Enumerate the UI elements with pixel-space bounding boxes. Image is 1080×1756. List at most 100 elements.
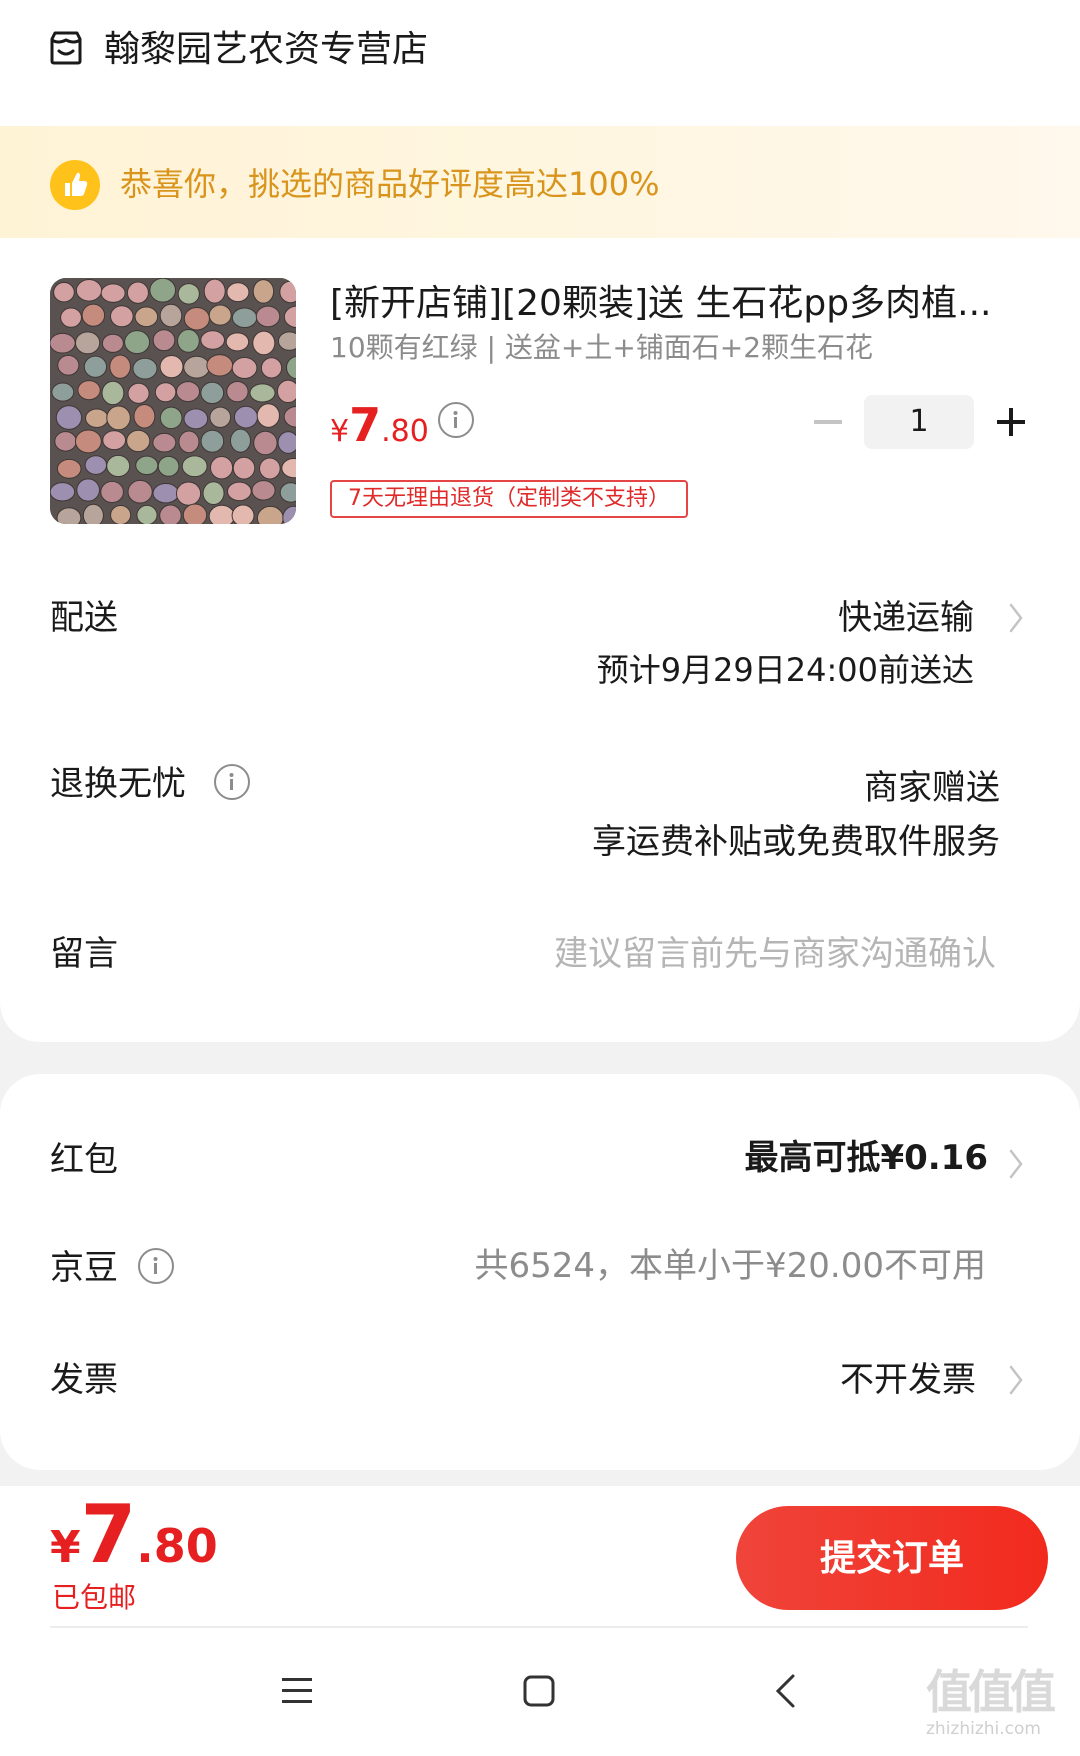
pebble-shape bbox=[209, 455, 234, 480]
pebble-shape bbox=[231, 307, 258, 329]
chevron-right-icon[interactable] bbox=[1006, 600, 1026, 636]
invoice-value[interactable]: 不开发票 bbox=[700, 1356, 976, 1404]
pebble-shape bbox=[56, 458, 82, 479]
chevron-right-icon[interactable] bbox=[1006, 1362, 1026, 1398]
info-icon[interactable] bbox=[214, 764, 250, 800]
pebble-shape bbox=[252, 330, 276, 356]
pebble-shape bbox=[50, 332, 76, 354]
pebble-shape bbox=[100, 283, 126, 303]
pebble-shape bbox=[76, 478, 100, 502]
pebble-shape bbox=[182, 503, 208, 524]
pebble-shape bbox=[226, 282, 250, 303]
message-label: 留言 bbox=[50, 934, 118, 974]
pebble-shape bbox=[203, 278, 226, 304]
red-packet-value[interactable]: 最高可抵¥0.16 bbox=[640, 1134, 988, 1182]
pebble-shape bbox=[175, 481, 202, 506]
pebble-shape bbox=[134, 306, 159, 328]
pebble-shape bbox=[255, 305, 281, 328]
pebble-shape bbox=[208, 304, 232, 326]
thumbs-up-icon bbox=[50, 160, 100, 210]
pebble-shape bbox=[152, 329, 176, 352]
pebble-shape bbox=[279, 482, 296, 503]
quantity-field[interactable]: 1 bbox=[864, 395, 974, 449]
product-image[interactable] bbox=[50, 278, 296, 524]
pebble-shape bbox=[74, 429, 102, 454]
pebble-shape bbox=[102, 430, 127, 451]
back-icon[interactable] bbox=[764, 1668, 810, 1714]
pebble-shape bbox=[106, 405, 131, 431]
pebble-shape bbox=[132, 357, 158, 380]
pebble-shape bbox=[206, 354, 234, 377]
price-decimal: .80 bbox=[381, 414, 429, 449]
chevron-right-icon[interactable] bbox=[1006, 1146, 1026, 1182]
pebble-shape bbox=[159, 303, 183, 328]
pebble-shape bbox=[101, 333, 124, 353]
menu-icon[interactable] bbox=[274, 1668, 320, 1714]
pebble-shape bbox=[154, 382, 177, 403]
pebble-shape bbox=[175, 381, 201, 403]
pebble-shape bbox=[100, 480, 124, 504]
watermark: 值值值 zhizhizhi.com bbox=[926, 1666, 1072, 1748]
pebble-shape bbox=[81, 303, 106, 327]
red-packet-label: 红包 bbox=[50, 1140, 118, 1180]
pebble-shape bbox=[51, 382, 75, 402]
product-title[interactable]: [新开店铺][20颗装]送 生石花pp多肉植... bbox=[330, 280, 1000, 328]
pebble-shape bbox=[178, 430, 200, 454]
pebble-shape bbox=[183, 408, 209, 430]
pebble-shape bbox=[159, 406, 183, 430]
product-spec[interactable]: 10颗有红绿 | 送盆+土+铺面石+2颗生石花 bbox=[330, 328, 873, 368]
total-price-integer: 7 bbox=[80, 1488, 137, 1581]
total-price-decimal: .80 bbox=[136, 1519, 218, 1573]
return-policy-tag: 7天无理由退货（定制类不支持） bbox=[330, 480, 688, 518]
pebble-shape bbox=[208, 504, 235, 524]
quantity-decrease-button[interactable] bbox=[812, 404, 844, 440]
pebble-shape bbox=[181, 455, 208, 478]
pebble-shape bbox=[259, 457, 281, 480]
pebble-shape bbox=[85, 408, 109, 428]
product-price: ¥7.80 bbox=[330, 400, 429, 461]
pebble-shape bbox=[183, 306, 210, 331]
pebble-shape bbox=[82, 503, 104, 524]
pebble-shape bbox=[57, 354, 80, 376]
delivery-eta: 预计9月29日24:00前送达 bbox=[596, 651, 974, 689]
pebble-shape bbox=[177, 283, 200, 305]
pebble-shape bbox=[136, 504, 158, 524]
pebble-shape bbox=[60, 307, 82, 328]
pebble-shape bbox=[149, 278, 177, 303]
pebble-shape bbox=[152, 432, 177, 453]
pebble-shape bbox=[277, 331, 296, 351]
submit-order-button[interactable]: 提交订单 bbox=[736, 1506, 1048, 1610]
pebble-shape bbox=[110, 305, 134, 328]
store-name[interactable]: 翰黎园艺农资专营店 bbox=[104, 26, 428, 74]
pebble-shape bbox=[159, 504, 182, 524]
pebble-shape bbox=[225, 332, 250, 352]
info-icon[interactable] bbox=[138, 1248, 174, 1284]
pebble-shape bbox=[135, 455, 159, 476]
pebble-shape bbox=[177, 329, 200, 353]
pebble-shape bbox=[251, 480, 276, 501]
delivery-method[interactable]: 快递运输 bbox=[620, 594, 974, 642]
total-price-symbol: ¥ bbox=[50, 1522, 81, 1573]
pebble-shape bbox=[200, 429, 225, 453]
pebble-shape bbox=[152, 483, 180, 504]
info-icon[interactable] bbox=[438, 402, 474, 438]
pebble-shape bbox=[276, 379, 296, 404]
message-input[interactable]: 建议留言前先与商家沟通确认 bbox=[460, 930, 996, 978]
pebble-shape bbox=[77, 380, 101, 401]
pebble-shape bbox=[50, 482, 76, 502]
pebble-shape bbox=[260, 357, 283, 379]
pebble-shape bbox=[75, 331, 101, 355]
watermark-url: zhizhizhi.com bbox=[926, 1719, 1041, 1739]
price-symbol: ¥ bbox=[330, 414, 350, 449]
pebble-shape bbox=[277, 431, 296, 454]
quantity-increase-button[interactable] bbox=[994, 403, 1028, 441]
pebble-shape bbox=[229, 428, 252, 453]
home-icon[interactable] bbox=[516, 1668, 562, 1714]
pebble-shape bbox=[126, 429, 151, 453]
pebble-shape bbox=[233, 405, 259, 429]
pebble-shape bbox=[54, 431, 77, 452]
store-icon bbox=[48, 30, 84, 66]
pebble-shape bbox=[249, 383, 276, 403]
pebble-shape bbox=[101, 380, 125, 406]
jingdou-label: 京豆 bbox=[50, 1248, 118, 1288]
